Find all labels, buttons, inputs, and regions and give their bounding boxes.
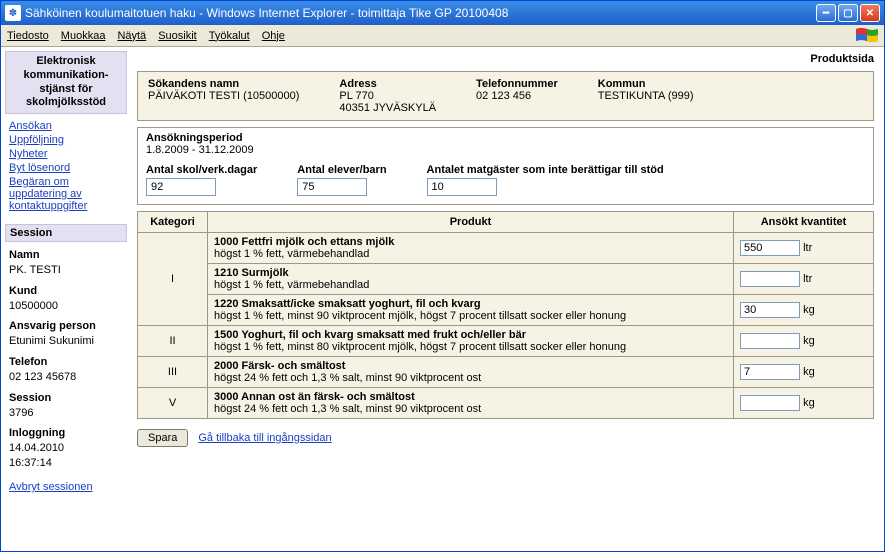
category-cell: III [138,357,208,388]
applicant-name: PÄIVÄKOTI TESTI (10500000) [148,90,299,102]
days-input[interactable] [146,178,216,196]
nav-uppfoljning[interactable]: Uppföljning [9,134,123,146]
page-label: Produktsida [137,53,874,65]
session-kund: 10500000 [9,300,58,312]
guests-input[interactable] [427,178,497,196]
back-link[interactable]: Gå tillbaka till ingångssidan [198,432,331,444]
applicant-address-2: 40351 JYVÄSKYLÄ [339,102,436,114]
menubar: Tiedosto Muokkaa Näytä Suosikit Työkalut… [1,25,884,47]
window-titlebar: ✽ Sähköinen koulumaitotuen haku - Window… [1,1,884,25]
session-tel-label: Telefon [9,355,123,370]
qty-input[interactable] [740,395,800,411]
sidebar-nav: Ansökan Uppföljning Nyheter Byt lösenord… [5,118,127,214]
windows-flag-icon [856,27,878,45]
th-quantity: Ansökt kvantitet [734,212,874,233]
table-row: I 1000 Fettfri mjölk och ettans mjölkhög… [138,233,874,264]
applicant-tel: 02 123 456 [476,90,531,102]
menu-file[interactable]: Tiedosto [7,30,49,42]
period-header: Ansökningsperiod [146,132,865,144]
minimize-button[interactable]: ━ [816,4,836,22]
session-block: Namn PK. TESTI Kund 10500000 Ansvarig pe… [5,246,127,473]
menu-tools[interactable]: Työkalut [209,30,250,42]
days-label: Antal skol/verk.dagar [146,164,257,176]
nav-byt-losenord[interactable]: Byt lösenord [9,162,123,174]
menu-edit[interactable]: Muokkaa [61,30,106,42]
unit-label: ltr [803,242,812,254]
category-cell: I [138,233,208,326]
category-cell: II [138,326,208,357]
session-header: Session [5,224,127,242]
unit-label: kg [803,335,815,347]
session-name-label: Namn [9,248,123,263]
category-cell: V [138,388,208,419]
session-tel: 02 123 45678 [9,371,76,383]
menu-help[interactable]: Ohje [262,30,285,42]
sidebar-title: Elektronisk kommunikation-stjänst för sk… [5,51,127,114]
session-ansvarig: Etunimi Sukunimi [9,335,94,347]
applicant-name-label: Sökandens namn [148,78,299,90]
unit-label: ltr [803,273,812,285]
session-id-label: Session [9,391,123,406]
unit-label: kg [803,366,815,378]
applicant-tel-label: Telefonnummer [476,78,558,90]
unit-label: kg [803,397,815,409]
applicant-address-1: PL 770 [339,90,373,102]
qty-input[interactable] [740,302,800,318]
save-button[interactable]: Spara [137,429,188,447]
th-category: Kategori [138,212,208,233]
maximize-button[interactable]: ▢ [838,4,858,22]
applicant-info: Sökandens namn PÄIVÄKOTI TESTI (10500000… [137,71,874,121]
session-kund-label: Kund [9,284,123,299]
table-row: II 1500 Yoghurt, fil och kvarg smaksatt … [138,326,874,357]
menu-favorites[interactable]: Suosikit [158,30,197,42]
table-row: III 2000 Färsk- och smältosthögst 24 % f… [138,357,874,388]
nav-begaran[interactable]: Begäran om uppdatering av kontaktuppgift… [9,176,123,212]
window-title: Sähköinen koulumaitotuen haku - Windows … [25,6,816,20]
pupils-label: Antal elever/barn [297,164,386,176]
close-button[interactable]: ✕ [860,4,880,22]
qty-input[interactable] [740,364,800,380]
applicant-address-label: Adress [339,78,436,90]
applicant-kommun-label: Kommun [598,78,694,90]
unit-label: kg [803,304,815,316]
qty-input[interactable] [740,333,800,349]
period-range: 1.8.2009 - 31.12.2009 [146,144,865,156]
table-row: V 3000 Annan ost än färsk- och smältosth… [138,388,874,419]
guests-label: Antalet matgäster som inte berättigar ti… [427,164,664,176]
footer-actions: Spara Gå tillbaka till ingångssidan [137,429,874,447]
session-name: PK. TESTI [9,264,61,276]
nav-ansokan[interactable]: Ansökan [9,120,123,132]
product-table: Kategori Produkt Ansökt kvantitet I 1000… [137,211,874,419]
qty-input[interactable] [740,240,800,256]
table-row: 1210 Surmjölkhögst 1 % fett, värmebehand… [138,264,874,295]
session-ansvarig-label: Ansvarig person [9,319,123,334]
avbryt-sessionen-link[interactable]: Avbryt sessionen [9,481,93,493]
applicant-kommun: TESTIKUNTA (999) [598,90,694,102]
nav-nyheter[interactable]: Nyheter [9,148,123,160]
th-product: Produkt [208,212,734,233]
main-area: Produktsida Sökandens namn PÄIVÄKOTI TES… [131,47,884,551]
session-login-label: Inloggning [9,426,123,441]
table-row: 1220 Smaksatt/icke smaksatt yoghurt, fil… [138,295,874,326]
menu-view[interactable]: Näytä [117,30,146,42]
session-id: 3796 [9,407,33,419]
session-login-time: 16:37:14 [9,457,52,469]
qty-input[interactable] [740,271,800,287]
pupils-input[interactable] [297,178,367,196]
app-icon: ✽ [5,5,21,21]
period-box: Ansökningsperiod 1.8.2009 - 31.12.2009 A… [137,127,874,205]
sidebar: Elektronisk kommunikation-stjänst för sk… [1,47,131,551]
session-login-date: 14.04.2010 [9,442,64,454]
